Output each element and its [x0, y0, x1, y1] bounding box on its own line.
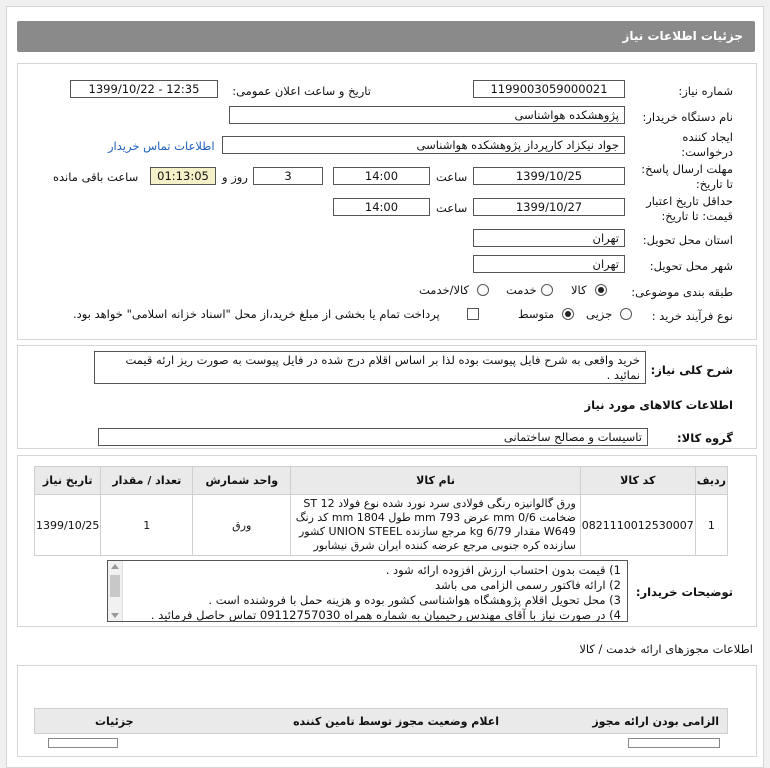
- col-date: تاریخ نیاز: [33, 466, 102, 495]
- category-option-goods: کالا: [571, 283, 587, 297]
- city-label: شهر محل تحویل:: [649, 259, 733, 273]
- col-name: نام کالا: [290, 466, 581, 495]
- buyer-org-label: نام دستگاه خریدار:: [642, 110, 733, 124]
- category-option-goods-service: کالا/خدمت: [419, 283, 470, 297]
- requester-field: جواد نیکزاد کارپرداز پژوهشکده هواشناسی: [222, 136, 625, 154]
- validity-date-field: 1399/10/27: [473, 198, 625, 216]
- note-line-3: 3) محل تحویل اقلام پژوهشگاه هواشناسی کشو…: [208, 593, 621, 607]
- permits-row-details: [48, 738, 118, 748]
- requester-label-2: درخواست:: [681, 145, 733, 159]
- days-label: روز و: [222, 170, 248, 184]
- table-row: 1 0821110012530007 ورق گالوانیزه رنگی فو…: [33, 494, 729, 556]
- send-deadline-label-1: مهلت ارسال پاسخ:: [641, 162, 733, 176]
- requester-label-1: ایجاد کننده: [682, 130, 733, 144]
- buyer-org-field: پژوهشکده هواشناسی: [229, 106, 625, 124]
- row-index: 1: [694, 494, 729, 556]
- page-header: جزئیات اطلاعات نیاز: [17, 21, 755, 52]
- row-unit: ورق: [192, 494, 292, 556]
- goods-group-field: تاسیسات و مصالح ساختمانی: [98, 428, 648, 446]
- purchase-process-label: نوع فرآیند خرید :: [651, 309, 733, 323]
- treasury-payment-note: پرداخت تمام یا بخشی از مبلغ خرید،از محل …: [73, 307, 440, 321]
- items-table: ردیف کد کالا نام کالا واحد شمارش تعداد /…: [33, 466, 729, 556]
- city-field: تهران: [473, 255, 625, 273]
- category-label: طبقه بندی موضوعی:: [631, 285, 733, 299]
- row-qty: 1: [100, 494, 194, 556]
- process-option-medium: متوسط: [518, 307, 555, 321]
- page-title: جزئیات اطلاعات نیاز: [622, 29, 743, 43]
- permits-col-status: اعلام وضعیت مجوز توسط تامین کننده: [293, 715, 499, 728]
- permits-col-details: جزئیات: [95, 715, 134, 728]
- category-radio-goods-service[interactable]: [477, 284, 489, 296]
- notes-scrollbar[interactable]: [108, 561, 123, 621]
- permits-heading: اطلاعات مجوزهای ارائه خدمت / کالا: [579, 642, 753, 656]
- need-number-label: شماره نیاز:: [678, 84, 733, 98]
- row-code: 0821110012530007: [579, 494, 696, 556]
- col-qty: تعداد / مقدار: [100, 466, 194, 495]
- need-number-field: 1199003059000021: [473, 80, 625, 98]
- note-line-4: 4) در صورت نیاز با آقای مهندس رحیمیان به…: [150, 608, 621, 622]
- announce-datetime-field: 1399/10/22 - 12:35: [70, 80, 218, 98]
- province-field: تهران: [473, 229, 625, 247]
- row-date: 1399/10/25: [33, 494, 102, 556]
- remaining-time-field: 01:13:05: [150, 167, 216, 185]
- send-deadline-label-2: تا تاریخ:: [695, 177, 733, 191]
- goods-info-heading: اطلاعات کالاهای مورد نیاز: [584, 398, 733, 412]
- category-option-service: خدمت: [506, 283, 537, 297]
- goods-group-label: گروه کالا:: [677, 431, 733, 445]
- general-desc-label: شرح کلی نیاز:: [650, 363, 733, 377]
- process-radio-medium[interactable]: [562, 308, 574, 320]
- validity-time-label: ساعت: [436, 201, 468, 215]
- treasury-payment-checkbox[interactable]: [467, 308, 479, 320]
- send-time-label: ساعت: [436, 170, 468, 184]
- buyer-notes-box[interactable]: 1) قیمت بدون احتساب ارزش افزوده ارائه شو…: [107, 560, 628, 622]
- items-table-header: ردیف کد کالا نام کالا واحد شمارش تعداد /…: [33, 466, 729, 495]
- send-date-field: 1399/10/25: [473, 167, 625, 185]
- note-line-2: 2) ارائه فاکتور رسمی الزامی می باشد: [434, 578, 621, 592]
- general-desc-field: خرید واقعی به شرح فایل پیوست بوده لذا بر…: [94, 351, 646, 384]
- col-unit: واحد شمارش: [192, 466, 292, 495]
- province-label: استان محل تحویل:: [642, 233, 733, 247]
- send-time-field: 14:00: [333, 167, 430, 185]
- col-code: کد کالا: [579, 466, 696, 495]
- validity-label-1: حداقل تاریخ اعتبار: [646, 194, 733, 208]
- announce-datetime-label: تاریخ و ساعت اعلان عمومی:: [232, 84, 371, 98]
- permits-row-required: [628, 738, 720, 748]
- row-name: ورق گالوانیزه رنگی فولادی سرد نورد شده ن…: [290, 494, 581, 556]
- days-field: 3: [253, 167, 323, 185]
- validity-time-field: 14:00: [333, 198, 430, 216]
- permits-col-required: الزامی بودن ارائه مجوز: [592, 715, 719, 728]
- buyer-notes-label: توضیحات خریدار:: [635, 585, 733, 599]
- validity-label-2: قیمت: تا تاریخ:: [661, 209, 733, 223]
- process-radio-minor[interactable]: [620, 308, 632, 320]
- buyer-contact-link[interactable]: اطلاعات تماس خریدار: [108, 139, 215, 153]
- remaining-label: ساعت باقی مانده: [53, 170, 139, 184]
- note-line-1: 1) قیمت بدون احتساب ارزش افزوده ارائه شو…: [385, 563, 621, 577]
- permits-table-header: الزامی بودن ارائه مجوز اعلام وضعیت مجوز …: [34, 708, 728, 734]
- col-index: ردیف: [694, 466, 729, 495]
- process-option-minor: جزیی: [586, 307, 613, 321]
- category-radio-service[interactable]: [541, 284, 553, 296]
- category-radio-goods[interactable]: [595, 284, 607, 296]
